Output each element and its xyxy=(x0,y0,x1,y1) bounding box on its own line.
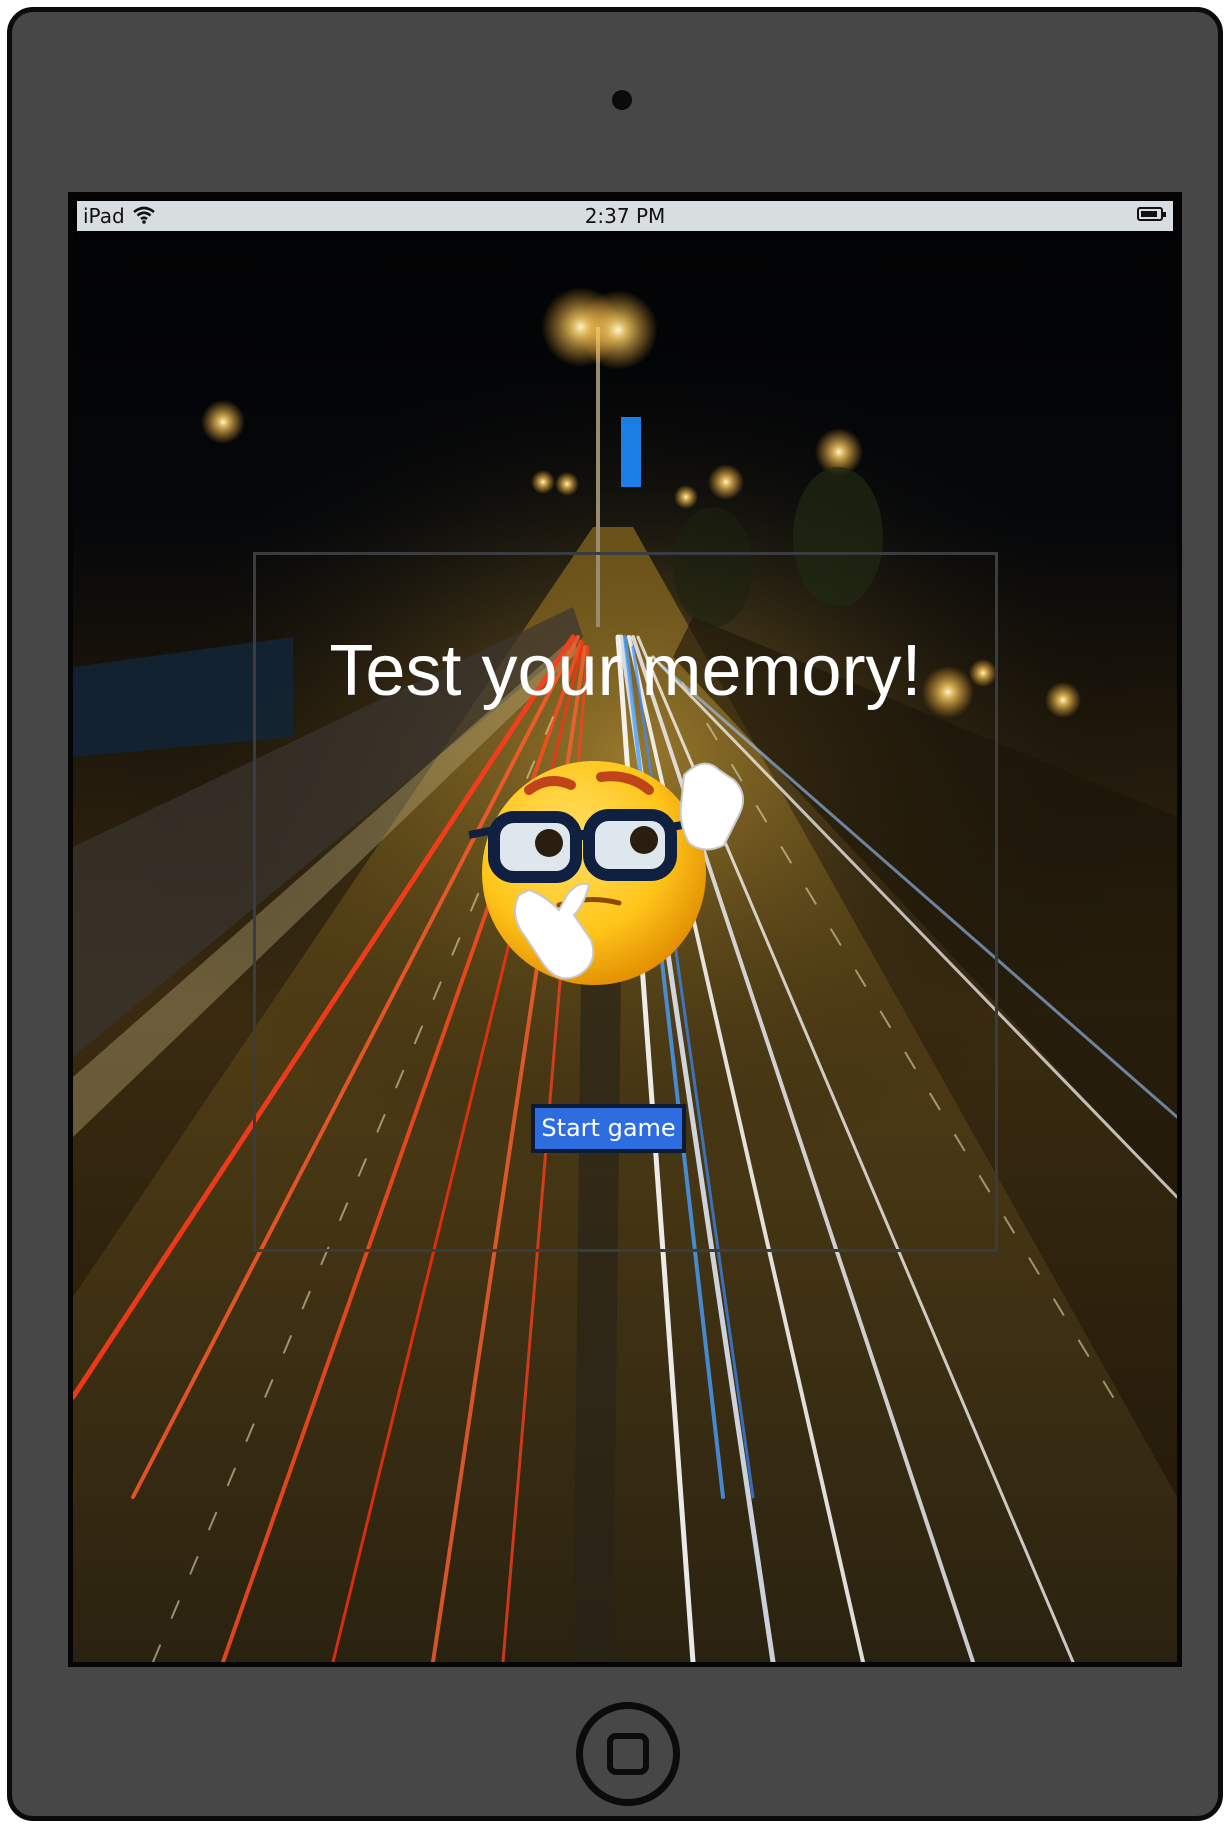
thinking-emoji-icon xyxy=(468,761,744,985)
camera-icon xyxy=(612,90,632,110)
status-bar: iPad 2:37 PM xyxy=(77,201,1173,231)
status-time: 2:37 PM xyxy=(584,204,666,228)
start-game-button[interactable]: Start game xyxy=(531,1104,686,1153)
home-button-inner xyxy=(607,1733,649,1775)
tablet-frame: iPad 2:37 PM Test your memory! Start gam… xyxy=(7,7,1223,1821)
screen: iPad 2:37 PM Test your memory! Start gam… xyxy=(68,192,1182,1667)
battery-icon xyxy=(1137,207,1166,221)
home-button-icon[interactable] xyxy=(576,1702,680,1806)
game-title: Test your memory! xyxy=(329,631,922,711)
game-card: Test your memory! Start game xyxy=(253,552,998,1252)
